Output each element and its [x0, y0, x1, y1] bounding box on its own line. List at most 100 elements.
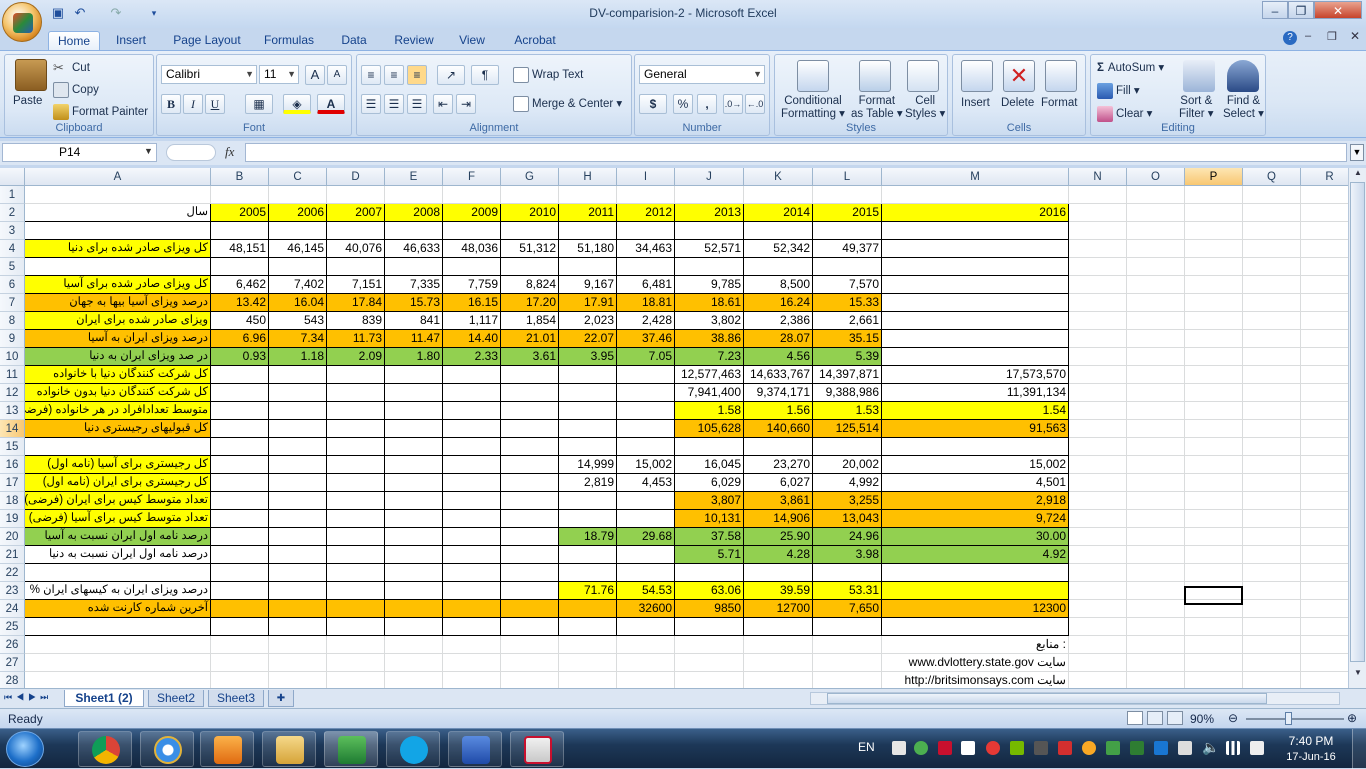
cell-f5[interactable]: [443, 258, 501, 276]
comma-button[interactable]: ,: [697, 94, 717, 114]
cell-c13[interactable]: [269, 402, 327, 420]
cell-c22[interactable]: [269, 564, 327, 582]
cell-n4[interactable]: [1069, 240, 1127, 258]
cell-g10[interactable]: 3.61: [501, 348, 559, 366]
cell-l27[interactable]: [813, 654, 882, 672]
tray-nvidia-icon[interactable]: [1010, 741, 1024, 755]
cell-b10[interactable]: 0.93: [211, 348, 269, 366]
cell-r2[interactable]: [1301, 204, 1348, 222]
cell-l28[interactable]: [813, 672, 882, 688]
cell-p17[interactable]: [1185, 474, 1243, 492]
cell-e20[interactable]: [385, 528, 443, 546]
clear-button[interactable]: Clear ▾: [1097, 106, 1152, 122]
cell-k11[interactable]: 14,633,767: [744, 366, 813, 384]
cell-i8[interactable]: 2,428: [617, 312, 675, 330]
cell-c24[interactable]: [269, 600, 327, 618]
cell-h20[interactable]: 18.79: [559, 528, 617, 546]
cell-l4[interactable]: 49,377: [813, 240, 882, 258]
underline-button[interactable]: U: [205, 94, 225, 114]
tab-home[interactable]: Home: [48, 31, 100, 50]
cell-c11[interactable]: [269, 366, 327, 384]
insert-sheet-icon[interactable]: ✚: [268, 690, 294, 707]
vertical-scrollbar[interactable]: ▲ ▼: [1348, 168, 1366, 688]
cell-g21[interactable]: [501, 546, 559, 564]
clock-time[interactable]: 7:40 PM: [1276, 734, 1346, 748]
column-header-p[interactable]: P: [1185, 168, 1243, 186]
cell-g15[interactable]: [501, 438, 559, 456]
cell-f15[interactable]: [443, 438, 501, 456]
expand-formula-bar-icon[interactable]: ▼: [1350, 144, 1364, 161]
cell-d15[interactable]: [327, 438, 385, 456]
cell-e3[interactable]: [385, 222, 443, 240]
tray-icon-2[interactable]: [914, 741, 928, 755]
tray-icon-7[interactable]: [1034, 741, 1048, 755]
cell-l1[interactable]: [813, 186, 882, 204]
cell-f16[interactable]: [443, 456, 501, 474]
cell-f18[interactable]: [443, 492, 501, 510]
cell-b13[interactable]: [211, 402, 269, 420]
cell-a18[interactable]: تعداد متوسط کیس برای ایران (فرضی): [25, 492, 211, 510]
row-header-24[interactable]: 24: [0, 600, 25, 618]
row-header-7[interactable]: 7: [0, 294, 25, 312]
cell-i26[interactable]: [617, 636, 675, 654]
cell-d2[interactable]: 2007: [327, 204, 385, 222]
cell-j2[interactable]: 2013: [675, 204, 744, 222]
cell-d25[interactable]: [327, 618, 385, 636]
cell-a10[interactable]: در صد ویزای ایران به دنیا: [25, 348, 211, 366]
cell-q17[interactable]: [1243, 474, 1301, 492]
cell-j22[interactable]: [675, 564, 744, 582]
cell-m2[interactable]: 2016: [882, 204, 1069, 222]
font-size-select[interactable]: 11 ▼: [259, 65, 299, 84]
cell-o24[interactable]: [1127, 600, 1185, 618]
tray-icon-16[interactable]: [1250, 741, 1264, 755]
zoom-slider-thumb[interactable]: [1285, 712, 1292, 725]
cell-p9[interactable]: [1185, 330, 1243, 348]
cell-e7[interactable]: 15.73: [385, 294, 443, 312]
cell-d8[interactable]: 839: [327, 312, 385, 330]
row-header-10[interactable]: 10: [0, 348, 25, 366]
cell-c28[interactable]: [269, 672, 327, 688]
cell-c3[interactable]: [269, 222, 327, 240]
cell-i3[interactable]: [617, 222, 675, 240]
cell-h17[interactable]: 2,819: [559, 474, 617, 492]
tab-review[interactable]: Review: [388, 31, 440, 50]
cell-d9[interactable]: 11.73: [327, 330, 385, 348]
cell-r3[interactable]: [1301, 222, 1348, 240]
insert-cells-button[interactable]: Insert: [961, 97, 990, 109]
cell-i13[interactable]: [617, 402, 675, 420]
cell-a3[interactable]: [25, 222, 211, 240]
cell-n10[interactable]: [1069, 348, 1127, 366]
name-box-dropdown-icon[interactable]: ▼: [144, 146, 153, 156]
cell-r27[interactable]: [1301, 654, 1348, 672]
cell-o11[interactable]: [1127, 366, 1185, 384]
cell-l22[interactable]: [813, 564, 882, 582]
borders-icon[interactable]: ▦: [245, 94, 273, 114]
skype-taskbar-button[interactable]: [386, 731, 440, 767]
cell-f3[interactable]: [443, 222, 501, 240]
cell-d21[interactable]: [327, 546, 385, 564]
row-header-20[interactable]: 20: [0, 528, 25, 546]
cell-j19[interactable]: 10,131: [675, 510, 744, 528]
acrobat-taskbar-button[interactable]: [510, 731, 564, 767]
row-header-23[interactable]: 23: [0, 582, 25, 600]
cell-b17[interactable]: [211, 474, 269, 492]
zoom-slider[interactable]: [1246, 718, 1344, 720]
cell-j23[interactable]: 63.06: [675, 582, 744, 600]
cell-f7[interactable]: 16.15: [443, 294, 501, 312]
cell-h22[interactable]: [559, 564, 617, 582]
cell-b2[interactable]: 2005: [211, 204, 269, 222]
cell-m3[interactable]: [882, 222, 1069, 240]
cell-i10[interactable]: 7.05: [617, 348, 675, 366]
cell-k16[interactable]: 23,270: [744, 456, 813, 474]
cell-i15[interactable]: [617, 438, 675, 456]
cell-n22[interactable]: [1069, 564, 1127, 582]
tray-icon-9[interactable]: [1082, 741, 1096, 755]
cell-f11[interactable]: [443, 366, 501, 384]
cell-o4[interactable]: [1127, 240, 1185, 258]
cell-p12[interactable]: [1185, 384, 1243, 402]
cell-l14[interactable]: 125,514: [813, 420, 882, 438]
cell-j5[interactable]: [675, 258, 744, 276]
tab-acrobat[interactable]: Acrobat: [506, 31, 564, 50]
cell-e28[interactable]: [385, 672, 443, 688]
cell-n1[interactable]: [1069, 186, 1127, 204]
